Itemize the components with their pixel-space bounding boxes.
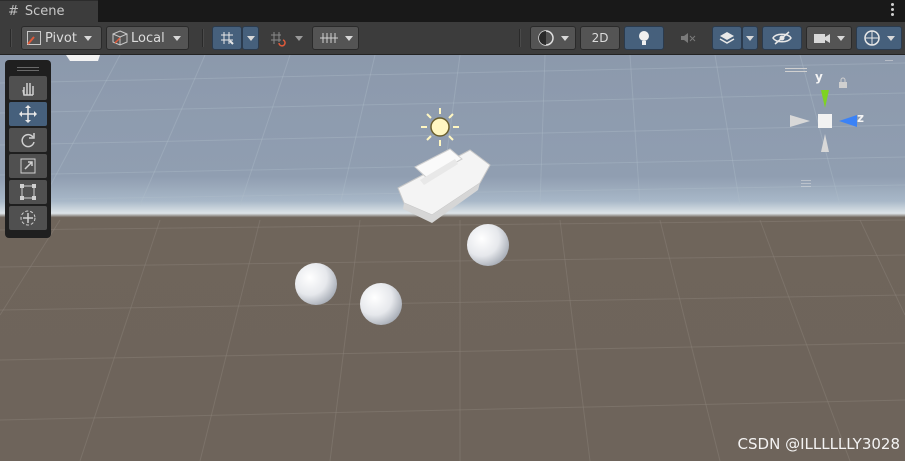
toggle-2d-button[interactable]: 2D	[580, 26, 620, 50]
chevron-down-icon	[246, 35, 255, 41]
sphere-object	[467, 224, 509, 266]
move-tool[interactable]	[9, 102, 47, 126]
scene-lighting-toggle[interactable]	[624, 26, 664, 50]
rotate-icon	[21, 133, 35, 148]
orientation-gizmo[interactable]: y z	[785, 59, 905, 200]
audio-toggle[interactable]	[668, 26, 708, 50]
toggle-2d-label: 2D	[591, 31, 609, 45]
projection-toggle[interactable]	[801, 178, 839, 190]
effects-dropdown[interactable]	[742, 26, 758, 50]
gizmo-drag-handle[interactable]	[785, 68, 807, 74]
effects-toggle[interactable]	[712, 26, 742, 50]
toolbar-separator	[202, 29, 204, 47]
scene-viewport[interactable]	[0, 55, 905, 461]
directional-light-icon	[421, 108, 459, 146]
local-dropdown[interactable]: Local	[106, 26, 189, 50]
tab-scene[interactable]: # Scene	[0, 0, 98, 22]
pivot-icon	[27, 31, 41, 45]
gizmo-y-axis[interactable]	[821, 90, 829, 108]
rect-transform-icon	[20, 184, 36, 200]
tool-palette	[5, 60, 51, 238]
effects-layers-icon	[719, 32, 735, 44]
scale-tool[interactable]	[9, 154, 47, 178]
tab-title: Scene	[24, 4, 65, 19]
grid-visibility-icon	[319, 33, 338, 43]
toolbar-separator	[519, 29, 521, 47]
grid-snap-icon	[221, 32, 234, 45]
gizmo-center-cube[interactable]	[818, 114, 832, 128]
tank-model	[397, 148, 491, 223]
sphere-object	[360, 283, 402, 325]
gizmo-z-label: z	[857, 111, 864, 125]
scene-grid	[0, 55, 905, 461]
rect-tool[interactable]	[9, 180, 47, 204]
lock-icon[interactable]	[837, 77, 849, 89]
snap-increment-icon	[271, 32, 286, 47]
snap-increment-toggle[interactable]	[263, 26, 291, 50]
gizmos-dropdown[interactable]	[856, 26, 902, 50]
local-cube-icon	[112, 30, 128, 46]
chevron-down-icon	[837, 35, 845, 41]
grid-snap-toggle[interactable]	[212, 26, 242, 50]
more-options-icon[interactable]	[891, 3, 895, 16]
camera-icon	[814, 34, 830, 43]
hand-icon	[22, 83, 34, 96]
transform-icon	[20, 210, 36, 226]
chevron-down-icon	[746, 35, 754, 41]
audio-mute-icon	[681, 33, 696, 43]
chevron-down-icon	[561, 35, 569, 41]
watermark-text: CSDN @ILLLLLLY3028	[737, 435, 900, 453]
chevron-down-icon	[172, 35, 181, 41]
grid-snap-dropdown[interactable]	[242, 26, 259, 50]
gizmo-x-axis[interactable]	[790, 115, 810, 127]
shading-mode-dropdown[interactable]	[530, 26, 576, 50]
move-arrows-icon	[19, 105, 37, 123]
transform-tool[interactable]	[9, 206, 47, 230]
cut-off-object	[66, 55, 100, 61]
scene-toolbar: Pivot Local 2D	[0, 22, 905, 55]
chevron-down-icon	[295, 35, 303, 41]
scene-camera-dropdown[interactable]	[806, 26, 852, 50]
local-label: Local	[131, 30, 165, 46]
snap-increment-dropdown[interactable]	[291, 26, 307, 50]
lightbulb-icon	[639, 31, 649, 45]
shading-mode-icon	[538, 30, 554, 46]
gizmo-neg-y-axis[interactable]	[821, 134, 829, 152]
scale-icon	[20, 158, 36, 174]
rotate-tool[interactable]	[9, 128, 47, 152]
chevron-down-icon	[83, 35, 92, 41]
sphere-object	[295, 263, 337, 305]
gizmos-globe-icon	[864, 30, 880, 46]
toolbar-separator	[10, 29, 12, 47]
pivot-dropdown[interactable]: Pivot	[21, 26, 102, 50]
chevron-down-icon	[887, 35, 895, 41]
hidden-objects-toggle[interactable]	[762, 26, 802, 50]
scene-hash-icon: #	[8, 4, 19, 19]
eye-slash-icon	[772, 31, 792, 45]
hand-tool[interactable]	[9, 76, 47, 100]
grid-visibility-dropdown[interactable]	[312, 26, 359, 50]
tab-bar: # Scene	[0, 0, 905, 22]
palette-grip-handle[interactable]	[9, 64, 47, 74]
pivot-label: Pivot	[45, 30, 77, 46]
chevron-down-icon	[344, 35, 353, 41]
gizmo-z-axis[interactable]	[839, 115, 857, 127]
gizmo-y-label: y	[815, 70, 823, 84]
